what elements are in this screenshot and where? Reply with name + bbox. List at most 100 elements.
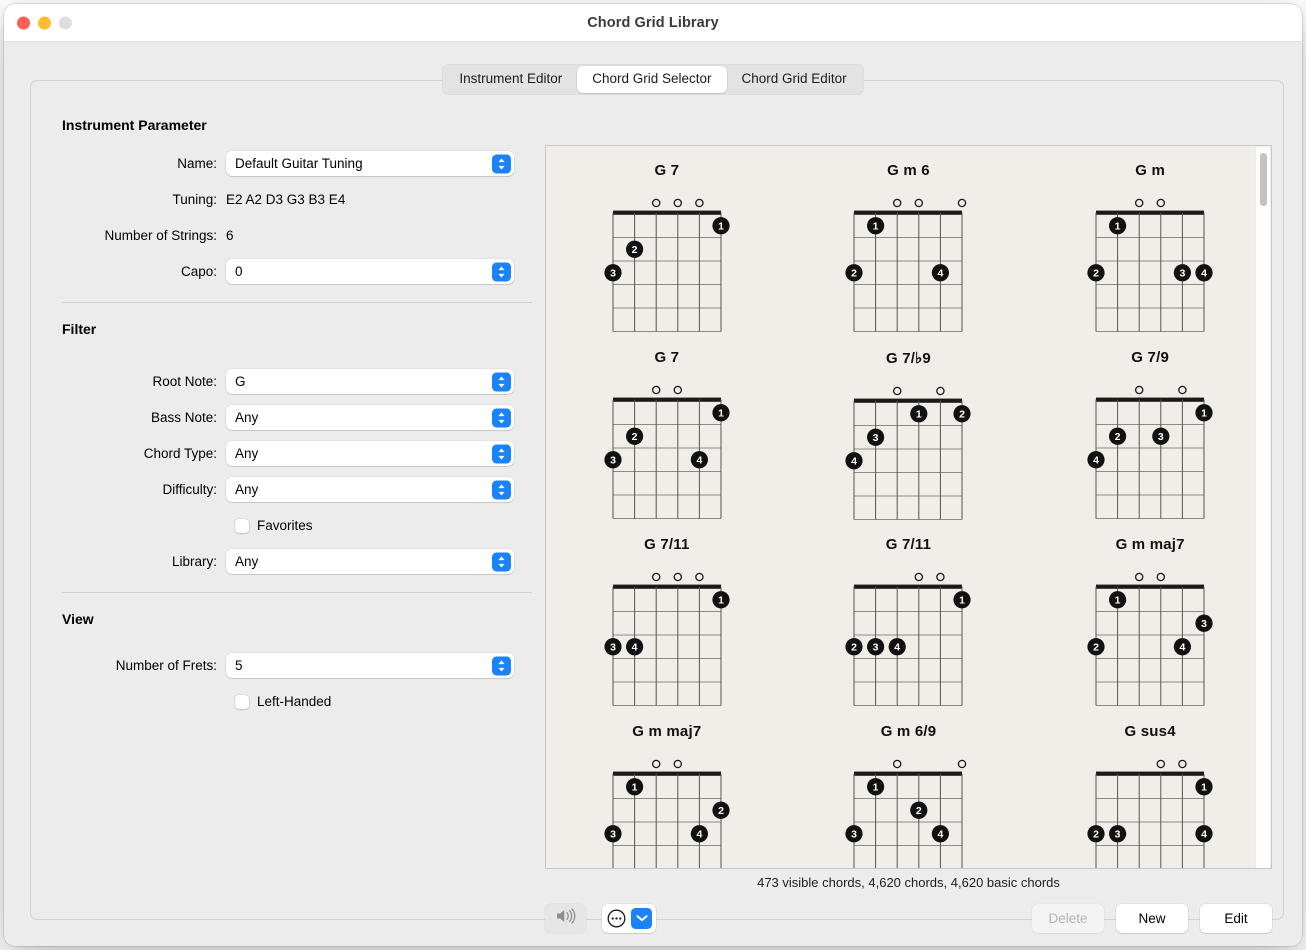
ellipsis-circle-icon[interactable] [606,908,627,929]
chord-grid-cell[interactable]: G 7/91234 [1050,349,1250,528]
edit-button[interactable]: Edit [1200,904,1272,933]
chord-diagram: 1234 [1082,375,1218,527]
svg-text:1: 1 [1201,407,1207,419]
svg-text:4: 4 [852,455,858,467]
svg-text:4: 4 [1201,828,1207,840]
chord-diagram: 1234 [599,375,735,527]
name-row: Name: Default Guitar Tuning [62,151,532,176]
action-menu-group[interactable] [602,904,656,933]
svg-text:1: 1 [1115,221,1121,233]
divider-instrument-filter [62,302,532,303]
svg-text:4: 4 [938,268,944,280]
svg-text:4: 4 [938,828,944,840]
left-handed-checkbox[interactable] [235,695,249,709]
svg-text:2: 2 [1093,642,1099,654]
name-stepper-icon [492,154,511,173]
svg-text:4: 4 [696,454,702,466]
speaker-wave-icon [555,908,576,929]
chord-type-stepper-icon [492,444,511,463]
svg-text:2: 2 [1093,828,1099,840]
capo-label: Capo: [62,264,226,279]
vertical-scrollbar[interactable] [1255,147,1270,869]
chord-name: G 7/♭9 [886,349,931,367]
chord-diagram: 1234 [599,749,735,870]
chord-grid-list: G 7123G m 6124G m1234G 71234G 7/♭91234G … [546,146,1271,869]
chord-diagram: 1234 [1082,562,1218,714]
chord-diagram: 1234 [1082,188,1218,340]
library-popup-button[interactable]: Any [226,549,514,574]
chord-grid-cell[interactable]: G m maj71234 [567,723,767,870]
difficulty-value: Any [226,482,258,497]
chord-grid-scroll-area[interactable]: G 7123G m 6124G m1234G 71234G 7/♭91234G … [545,145,1272,869]
svg-text:3: 3 [852,828,858,840]
chord-name: G m [1135,162,1165,179]
bass-note-popup-button[interactable]: Any [226,405,514,430]
svg-text:2: 2 [960,408,966,420]
delete-button[interactable]: Delete [1032,904,1104,933]
svg-text:1: 1 [1201,781,1207,793]
root-note-popup-button[interactable]: G [226,369,514,394]
chord-grid-row: G m maj71234G m 6/91234G sus41234 [546,723,1271,870]
content-panel: Instrument Parameter Name: Default Guita… [30,80,1284,920]
frets-row: Number of Frets: 5 [62,653,532,678]
svg-text:3: 3 [873,432,879,444]
chord-grid-cell[interactable]: G sus41234 [1050,723,1250,870]
root-note-stepper-icon [492,372,511,391]
chord-name: G m maj7 [1116,536,1185,553]
svg-text:3: 3 [610,642,616,654]
svg-text:2: 2 [1115,431,1121,443]
frets-popup-button[interactable]: 5 [226,653,514,678]
root-note-value: G [226,374,246,389]
favorites-checkbox[interactable] [235,519,249,533]
svg-text:4: 4 [632,642,638,654]
chord-name: G m 6 [887,162,930,179]
tab-bar: Instrument Editor Chord Grid Selector Ch… [4,64,1302,95]
instrument-parameter-heading: Instrument Parameter [62,117,532,133]
chord-grid-cell[interactable]: G 7123 [567,162,767,340]
tab-group: Instrument Editor Chord Grid Selector Ch… [442,64,863,95]
bass-note-label: Bass Note: [62,410,226,425]
tab-instrument-editor[interactable]: Instrument Editor [444,66,577,93]
chord-grid-cell[interactable]: G m1234 [1050,162,1250,340]
chord-grid-cell[interactable]: G m 6 1 2 4 [808,162,1008,340]
chord-grid-cell[interactable]: G m 6/91234 [808,723,1008,870]
chord-grid-row: G 71234G 7/♭91234G 7/91234 [546,349,1271,528]
scrollbar-thumb[interactable] [1260,153,1267,206]
svg-text:3: 3 [1158,431,1164,443]
divider-filter-view [62,592,532,593]
svg-text:4: 4 [1201,268,1207,280]
svg-text:3: 3 [610,828,616,840]
chord-grid-cell[interactable]: G m maj7 1234 [1050,536,1250,714]
strings-row: Number of Strings: 6 [62,223,532,248]
favorites-label: Favorites [257,518,313,533]
new-button[interactable]: New [1116,904,1188,933]
chord-name: G sus4 [1125,723,1176,740]
svg-text:2: 2 [852,268,858,280]
chord-type-popup-button[interactable]: Any [226,441,514,466]
chord-grid-row: G 7123 G m 6 1 2 4 G m 1 2 3 4 [546,162,1271,340]
chord-name: G 7/11 [644,536,689,553]
svg-text:1: 1 [873,221,879,233]
frets-value: 5 [226,658,243,673]
settings-column: Instrument Parameter Name: Default Guita… [62,117,532,725]
chevron-down-icon[interactable] [631,908,652,929]
chord-grid-cell[interactable]: G 7/11134 [567,536,767,714]
chord-grid-cell[interactable]: G 7/111234 [808,536,1008,714]
difficulty-stepper-icon [492,480,511,499]
name-popup-button[interactable]: Default Guitar Tuning [226,151,514,176]
capo-row: Capo: 0 [62,259,532,284]
play-sound-button[interactable] [545,904,586,933]
svg-text:3: 3 [610,268,616,280]
difficulty-popup-button[interactable]: Any [226,477,514,502]
chord-grid-cell[interactable]: G 71234 [567,349,767,528]
chord-type-row: Chord Type: Any [62,441,532,466]
svg-text:4: 4 [696,828,702,840]
tab-chord-grid-selector[interactable]: Chord Grid Selector [577,66,726,93]
chord-grid-cell[interactable]: G 7/♭91234 [808,349,1008,528]
tab-chord-grid-editor[interactable]: Chord Grid Editor [727,66,862,93]
chord-diagram: 1234 [840,749,976,870]
svg-text:2: 2 [1093,268,1099,280]
svg-text:3: 3 [610,454,616,466]
capo-popup-button[interactable]: 0 [226,259,514,284]
library-row: Library: Any [62,549,532,574]
